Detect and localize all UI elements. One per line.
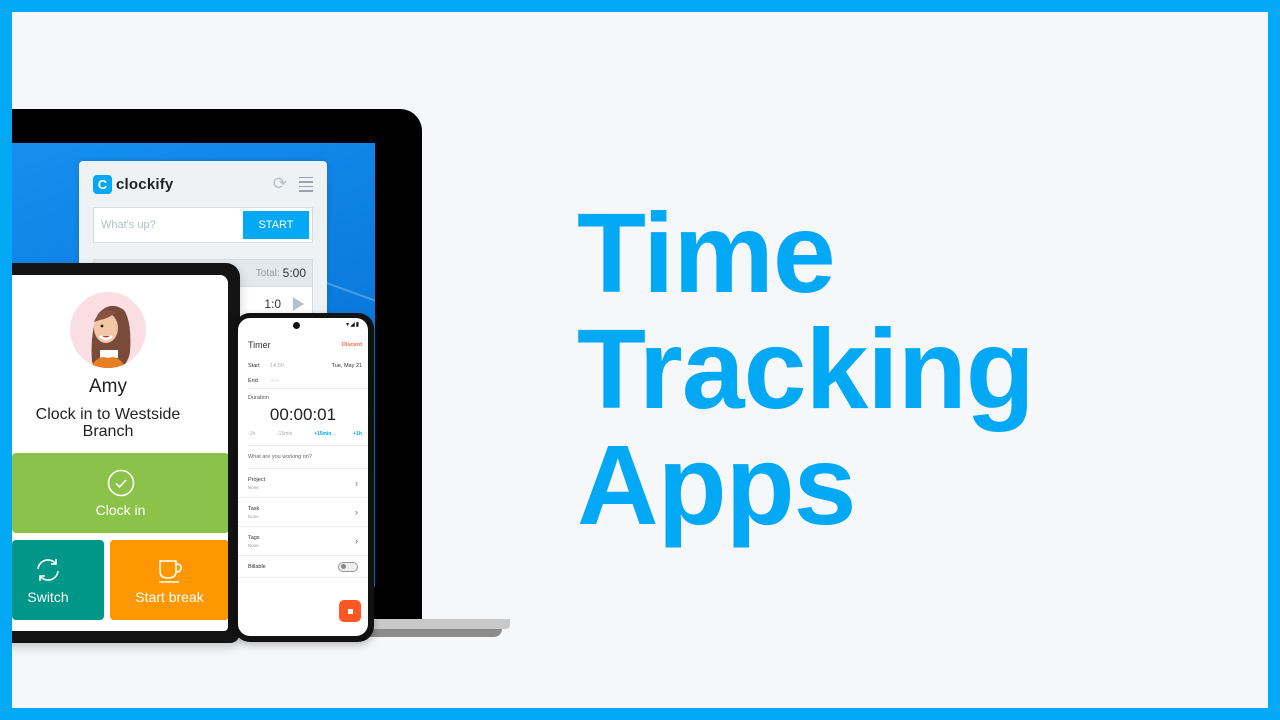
duration-adjust-row: -1h -15min +15min +1h — [238, 431, 368, 445]
chevron-right-icon: › — [355, 478, 358, 488]
task-field[interactable]: Task None › — [238, 498, 368, 527]
end-label: End — [248, 377, 258, 384]
stop-timer-button[interactable] — [339, 600, 361, 622]
avatar — [70, 292, 146, 368]
brand-name: clockify — [116, 175, 174, 193]
avatar-illustration — [90, 305, 131, 368]
total-label: Total: — [255, 267, 280, 279]
task-label: Task — [248, 505, 260, 512]
mobile-timer-screen: ▾◢▮ Timer Discard Start 14:00 Tue, May 2… — [238, 318, 368, 636]
switch-button[interactable]: Switch — [12, 540, 104, 620]
coffee-cup-icon — [158, 559, 182, 583]
sync-icon[interactable]: ⟳ — [273, 174, 287, 194]
discard-button[interactable]: Discard — [342, 342, 362, 348]
chevron-right-icon: › — [355, 507, 358, 517]
tags-label: Tags — [248, 534, 260, 541]
user-name: Amy — [89, 376, 127, 397]
adjust-minus-15min[interactable]: -15min — [277, 431, 292, 445]
timer-bar: START — [93, 207, 313, 243]
billable-toggle[interactable] — [338, 561, 358, 572]
switch-label: Switch — [27, 588, 69, 605]
tags-value: None — [248, 542, 259, 548]
window-header: C clockify ⟳ — [79, 161, 327, 207]
tags-field[interactable]: Tags None › — [238, 527, 368, 556]
start-break-button[interactable]: Start break — [110, 540, 228, 620]
billable-row: Billable — [238, 556, 368, 578]
phone-device: ▾◢▮ Timer Discard Start 14:00 Tue, May 2… — [234, 313, 374, 642]
end-time[interactable]: --:-- — [270, 378, 279, 384]
clock-in-label: Clock in — [95, 501, 146, 518]
menu-icon[interactable] — [299, 176, 313, 192]
start-time[interactable]: 14:00 — [270, 363, 284, 369]
check-circle-icon — [107, 469, 134, 496]
start-label: Start — [248, 362, 260, 369]
camera-cutout — [293, 322, 300, 329]
signal-battery-icon: ▾◢▮ — [346, 322, 360, 328]
start-date[interactable]: Tue, May 21 — [332, 363, 362, 369]
project-value: None — [248, 484, 259, 490]
adjust-plus-15min[interactable]: +15min — [314, 431, 331, 445]
screen-title: Timer — [248, 340, 271, 350]
entry-duration: 1:0 — [264, 296, 281, 311]
play-icon[interactable] — [293, 296, 304, 311]
clockify-logo-icon: C — [93, 174, 112, 194]
duration-label: Duration — [248, 395, 269, 401]
adjust-minus-1h[interactable]: -1h — [248, 431, 255, 445]
chevron-right-icon: › — [355, 536, 358, 546]
tablet-device: Amy Clock in to Westside Branch Clock in… — [12, 263, 240, 643]
clock-in-button[interactable]: Clock in — [12, 453, 228, 533]
start-break-label: Start break — [135, 588, 204, 605]
headline: Time Tracking Apps — [577, 190, 1035, 548]
stop-icon — [347, 608, 353, 614]
switch-arrows-icon — [37, 558, 59, 581]
adjust-plus-1h[interactable]: +1h — [353, 431, 362, 445]
status-bar: ▾◢▮ — [238, 318, 368, 332]
end-row[interactable]: End --:-- — [238, 373, 368, 388]
task-value: None — [248, 513, 259, 519]
duration-value: 00:00:01 — [269, 405, 337, 424]
project-field[interactable]: Project None › — [238, 469, 368, 498]
start-button[interactable]: START — [243, 211, 309, 239]
headline-line-2: Tracking — [577, 306, 1035, 432]
total-value: 5:00 — [282, 266, 306, 280]
hero-canvas: C clockify ⟳ START Total: 5:00 1:0 — [12, 12, 1268, 708]
clock-in-prompt: Clock in to Westside Branch — [35, 406, 181, 440]
headline-line-1: Time — [577, 190, 836, 316]
headline-line-3: Apps — [577, 422, 856, 548]
start-row[interactable]: Start 14:00 Tue, May 21 — [238, 358, 368, 373]
description-input[interactable]: What are you working on? — [238, 446, 368, 468]
project-label: Project — [248, 476, 266, 483]
billable-label: Billable — [248, 563, 266, 570]
mobile-top-bar: Timer Discard — [238, 332, 368, 358]
kiosk-screen: Amy Clock in to Westside Branch Clock in… — [12, 275, 228, 631]
description-input[interactable] — [97, 219, 243, 231]
